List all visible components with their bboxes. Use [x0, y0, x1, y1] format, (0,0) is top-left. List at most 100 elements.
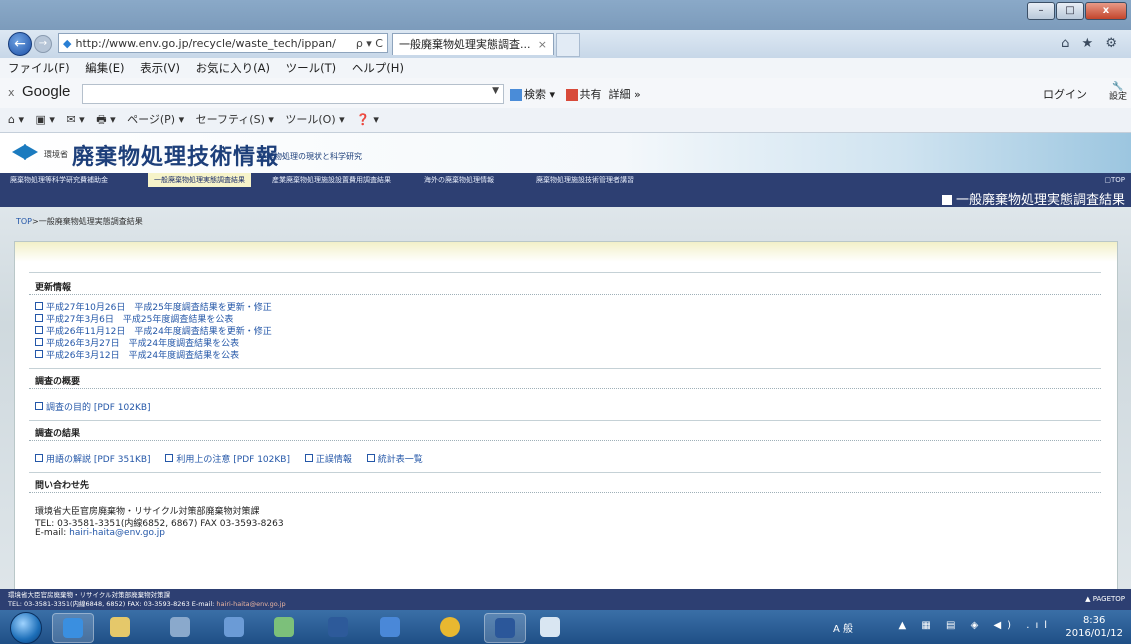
top-link[interactable]: ▢TOP — [1104, 173, 1125, 187]
nav-survey-results[interactable]: 一般廃棄物処理実態調査結果 — [148, 173, 251, 187]
menu-view[interactable]: 表示(V) — [140, 61, 180, 75]
forward-arrow-icon[interactable]: → — [34, 35, 52, 53]
results-items: 用語の解説 [PDF 351KB] 利用上の注意 [PDF 102KB] 正誤情… — [35, 452, 435, 465]
app-icon[interactable] — [160, 613, 200, 641]
new-tab-button[interactable] — [556, 33, 580, 57]
bullet-icon — [304, 454, 313, 462]
web-page: 環境省 廃棄物処理技術情報 廃棄物処理の現状と科学研究 廃棄物処理等科学研究費補… — [0, 133, 1131, 610]
footer-email-link[interactable]: hairi-haita@env.go.jp — [216, 600, 285, 608]
settings-label: 設定 — [1108, 92, 1127, 102]
errata-link[interactable]: 正誤情報 — [316, 455, 352, 465]
menu-favorites[interactable]: お気に入り(A) — [196, 61, 270, 75]
site-subtitle: 廃棄物処理の現状と科学研究 — [258, 152, 362, 161]
home-icon[interactable]: ⌂ ▾ — [8, 113, 24, 126]
page-title: 一般廃棄物処理実態調査結果 — [941, 189, 1125, 208]
breadcrumb-top[interactable]: TOP — [16, 217, 32, 226]
tab-close-icon[interactable]: × — [538, 34, 547, 56]
chevron-down-icon[interactable]: ▼ — [492, 86, 499, 96]
glossary-pdf-link[interactable]: 用語の解説 [PDF 351KB] — [46, 455, 151, 465]
google-tools: 検索 ▾ 共有 詳細 » — [510, 86, 641, 102]
address-tools[interactable]: ρ ▾ C — [356, 34, 383, 52]
feeds-icon[interactable]: ▣ ▾ — [36, 113, 55, 126]
search-icon — [510, 89, 522, 101]
login-button[interactable]: ログイン — [1043, 86, 1087, 102]
purpose-pdf-link[interactable]: 調査の目的 [PDF 102KB] — [46, 403, 151, 413]
start-button[interactable] — [10, 612, 42, 644]
close-button[interactable]: x — [1085, 2, 1127, 20]
email-label: E-mail: — [35, 528, 67, 538]
overview-item[interactable]: 調査の目的 [PDF 102KB] — [35, 400, 151, 413]
explorer-icon[interactable] — [100, 613, 140, 641]
usage-notes-pdf-link[interactable]: 利用上の注意 [PDF 102KB] — [176, 455, 290, 465]
bullet-icon — [35, 314, 43, 322]
bullet-icon — [35, 302, 43, 310]
home-favorites-settings-icons[interactable]: ⌂ ★ ⚙ — [1061, 36, 1121, 51]
safety-menu[interactable]: セーフティ(S) ▾ — [196, 113, 274, 126]
site-nav: 廃棄物処理等科学研究費補助金 一般廃棄物処理実態調査結果 産業廃棄物処理施設設置… — [0, 173, 1131, 187]
top-link-label: TOP — [1110, 176, 1125, 184]
back-arrow-icon[interactable]: ← — [8, 32, 32, 56]
google-toolbar: x Google ▼ 検索 ▾ 共有 詳細 » ログイン 🔧 設定 — [0, 78, 1131, 109]
menu-file[interactable]: ファイル(F) — [8, 61, 70, 75]
bullet-icon — [35, 326, 43, 334]
bullet-icon — [35, 338, 43, 346]
footer-org: 環境省大臣官房廃棄物・リサイクル対策部廃棄物対策課 — [8, 591, 171, 599]
ministry-logo[interactable] — [12, 141, 38, 163]
update-link[interactable]: 平成26年3月12日 平成24年度調査結果を公表 — [46, 351, 239, 361]
app-icon[interactable] — [370, 613, 410, 641]
bullet-icon — [366, 454, 375, 462]
minimize-button[interactable]: – — [1027, 2, 1055, 20]
settings-button[interactable]: 🔧 設定 — [1109, 82, 1127, 102]
statistics-list-link[interactable]: 統計表一覧 — [378, 455, 423, 465]
results-heading: 調査の結果 — [35, 429, 81, 439]
menu-help[interactable]: ヘルプ(H) — [352, 61, 404, 75]
ime-indicator[interactable]: A 般 — [833, 620, 853, 635]
ie-icon[interactable] — [52, 613, 94, 643]
menu-edit[interactable]: 編集(E) — [85, 61, 124, 75]
share-button[interactable]: 共有 — [580, 88, 602, 101]
people-icon[interactable] — [264, 613, 304, 641]
tools-menu[interactable]: ツール(O) ▾ — [285, 113, 344, 126]
globe-icon[interactable] — [430, 613, 470, 641]
breadcrumb: TOP>一般廃棄物処理実態調査結果 — [16, 216, 143, 227]
breadcrumb-current: >一般廃棄物処理実態調査結果 — [32, 217, 143, 226]
contact-email-row: E-mail: hairi-haita@env.go.jp — [35, 528, 165, 538]
google-search-button[interactable]: 検索 — [524, 88, 546, 101]
menu-bar: ファイル(F) 編集(E) 表示(V) お気に入り(A) ツール(T) ヘルプ(… — [0, 58, 1131, 78]
update-item[interactable]: 平成26年3月12日 平成24年度調査結果を公表 — [35, 348, 239, 361]
site-title[interactable]: 廃棄物処理技術情報 — [72, 139, 279, 171]
maximize-button[interactable]: □ — [1056, 2, 1084, 20]
nav-research-grant[interactable]: 廃棄物処理等科学研究費補助金 — [4, 173, 114, 187]
contact-email-link[interactable]: hairi-haita@env.go.jp — [69, 528, 165, 538]
word-icon[interactable] — [484, 613, 526, 643]
menu-tools[interactable]: ツール(T) — [286, 61, 337, 75]
bullet-icon — [35, 350, 43, 358]
page-menu[interactable]: ページ(P) ▾ — [127, 113, 184, 126]
page-title-text: 一般廃棄物処理実態調査結果 — [955, 193, 1125, 208]
print-icon[interactable]: 🖶 ▾ — [96, 113, 115, 126]
pagetop-link[interactable]: ▲ PAGETOP — [1085, 595, 1125, 603]
page-title-bar: 一般廃棄物処理実態調査結果 — [0, 187, 1131, 208]
app-icon[interactable] — [214, 613, 254, 641]
toolbar-close-icon[interactable]: x — [8, 86, 15, 99]
google-search-input[interactable]: ▼ — [82, 84, 504, 104]
tab-title: 一般廃棄物処理実態調査... — [399, 38, 531, 51]
paint-icon[interactable] — [530, 613, 570, 641]
tab-active[interactable]: 一般廃棄物処理実態調査... × — [392, 33, 554, 55]
media-icon[interactable] — [318, 613, 358, 641]
clock[interactable]: 8:36 2016/01/12 — [1065, 614, 1123, 640]
tray-icons[interactable]: ▲ ▦ ▤ ◈ ◀) .ıl — [899, 620, 1054, 631]
updates-heading: 更新情報 — [35, 283, 72, 293]
google-logo: Google — [22, 83, 71, 100]
help-icon[interactable]: ❓ ▾ — [356, 113, 379, 126]
contact-heading: 問い合わせ先 — [35, 481, 90, 491]
nav-technical-manager[interactable]: 廃棄物処理施設技術管理者講習 — [530, 173, 640, 187]
favicon-icon: ◆ — [63, 37, 72, 50]
command-bar: ⌂ ▾ ▣ ▾ ✉ ▾ 🖶 ▾ ページ(P) ▾ セーフティ(S) ▾ ツール(… — [0, 108, 1131, 133]
nav-overseas-info[interactable]: 海外の廃棄物処理情報 — [418, 173, 500, 187]
mail-icon[interactable]: ✉ ▾ — [66, 113, 84, 126]
address-bar[interactable]: ◆ http://www.env.go.jp/recycle/waste_tech… — [58, 33, 388, 53]
overview-heading: 調査の概要 — [35, 377, 81, 387]
nav-facility-cost[interactable]: 産業廃棄物処理施設設置費用調査結果 — [266, 173, 397, 187]
more-button[interactable]: 詳細 » — [609, 88, 641, 101]
